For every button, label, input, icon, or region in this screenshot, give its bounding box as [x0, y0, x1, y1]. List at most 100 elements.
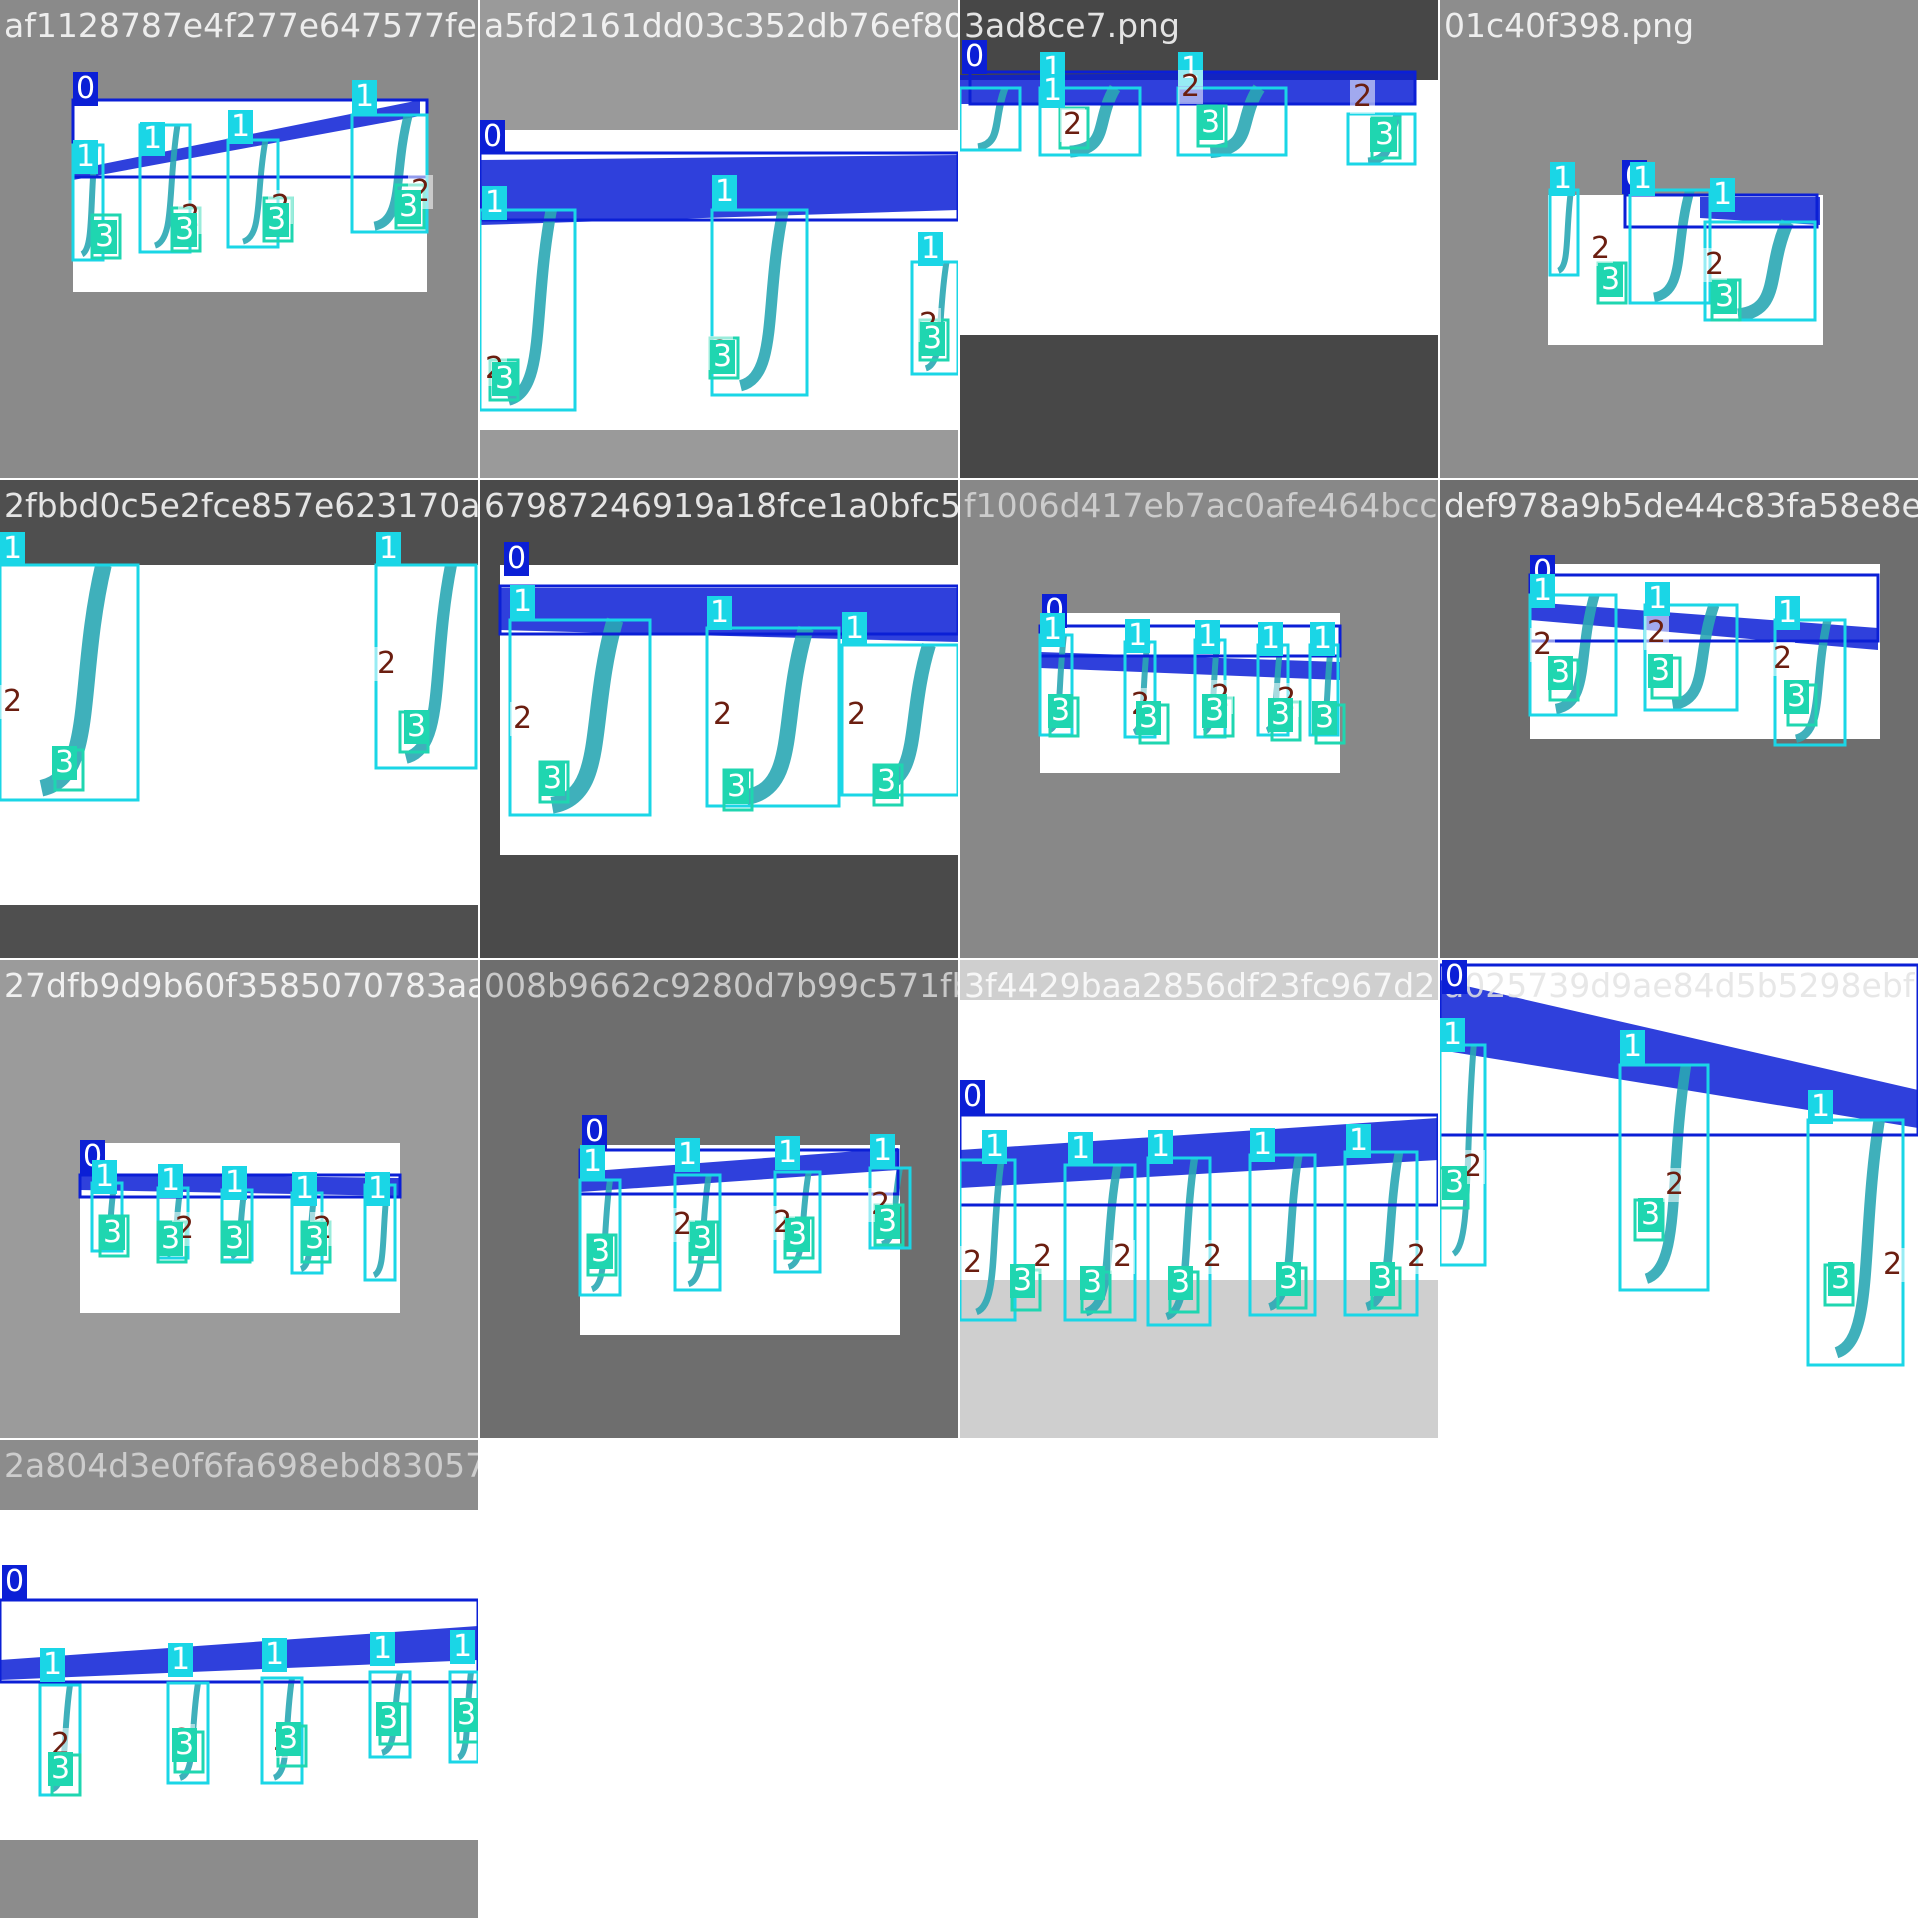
class-label-1: 1 — [1040, 74, 1066, 108]
class-label-3: 3 — [100, 1216, 126, 1250]
class-label-3: 3 — [492, 362, 518, 396]
class-label-3: 3 — [588, 1235, 614, 1269]
class-label-1: 1 — [482, 186, 508, 220]
mosaic-tile: af1128787e4f277e647577fe011112223333 — [0, 0, 478, 478]
class-label-3: 3 — [1372, 118, 1398, 152]
class-label-2: 2 — [1060, 108, 1086, 142]
class-label-1: 1 — [918, 232, 944, 266]
mosaic-tile: 27dfb9d9b60f3585070783aa011111223333 — [0, 960, 478, 1438]
image-mosaic: af1128787e4f277e647577fe011112223333a5fd… — [0, 0, 1920, 1920]
class-label-1: 1 — [1710, 178, 1736, 212]
class-label-2: 2 — [1770, 642, 1796, 676]
class-label-3: 3 — [1276, 1262, 1302, 1296]
class-label-3: 3 — [1010, 1264, 1036, 1298]
class-label-1: 1 — [1775, 596, 1801, 630]
class-label-1: 1 — [870, 1134, 896, 1168]
class-label-3: 3 — [1080, 1266, 1106, 1300]
class-label-1: 1 — [510, 585, 536, 619]
class-label-3: 3 — [222, 1222, 248, 1256]
class-label-3: 3 — [1370, 1262, 1396, 1296]
tile-canvas — [1038, 613, 1346, 773]
class-label-3: 3 — [1268, 698, 1294, 732]
mosaic-tile: 008b9662c9280d7b99c571fb0cf2da2.png01111… — [480, 960, 958, 1438]
mosaic-tile: 3f4429baa2856df23fc967d2 0 1 1 1 1 1 2 2 2 2 2 3 3 3 3 3 — [960, 960, 1438, 1438]
class-label-1: 1 — [1310, 622, 1336, 656]
class-label-2: 2 — [1662, 1168, 1688, 1202]
class-label-3: 3 — [1828, 1262, 1854, 1296]
class-label-2: 2 — [1702, 248, 1728, 282]
class-label-3: 3 — [785, 1218, 811, 1252]
class-label-1: 1 — [982, 1130, 1008, 1164]
class-label-3: 3 — [52, 746, 78, 780]
class-label-3: 3 — [1784, 680, 1810, 714]
mosaic-tile: def978a9b5de44c83fa58e8e 0 1 1 1 2 2 2 3 3 3 — [1440, 480, 1918, 958]
class-label-3: 3 — [158, 1222, 184, 1256]
class-label-1: 1 — [140, 122, 166, 156]
class-label-3: 3 — [376, 1702, 402, 1736]
class-label-1: 1 — [1808, 1090, 1834, 1124]
tile-canvas — [480, 130, 958, 430]
class-label-1: 1 — [1630, 162, 1656, 196]
class-label-1: 1 — [1195, 620, 1221, 654]
class-label-3: 3 — [404, 710, 430, 744]
tile-canvas — [1528, 564, 1880, 747]
class-label-3: 3 — [264, 203, 290, 237]
class-label-1: 1 — [228, 110, 254, 144]
class-label-1: 1 — [675, 1138, 701, 1172]
tile-canvas — [71, 98, 429, 292]
class-label-3: 3 — [1712, 280, 1738, 314]
class-label-0: 0 — [960, 1080, 986, 1114]
class-label-2: 2 — [1110, 1240, 1136, 1274]
class-label-1: 1 — [1530, 574, 1556, 608]
class-label-3: 3 — [172, 213, 198, 247]
class-label-1: 1 — [580, 1145, 606, 1179]
mosaic-tile: 01c40f398.png01112233 — [1440, 0, 1918, 478]
class-label-2: 2 — [1200, 1240, 1226, 1274]
class-label-2: 2 — [1644, 616, 1670, 650]
class-label-1: 1 — [712, 175, 738, 209]
class-label-2: 2 — [510, 702, 536, 736]
class-label-1: 1 — [1068, 1132, 1094, 1166]
class-label-1: 1 — [1440, 1018, 1466, 1052]
class-label-1: 1 — [158, 1164, 184, 1198]
class-label-1: 1 — [1148, 1130, 1174, 1164]
class-label-1: 1 — [92, 1160, 118, 1194]
mosaic-tile: f1006d417eb7ac0afe464bcc4010e9566.png011… — [960, 480, 1438, 958]
class-label-1: 1 — [1125, 619, 1151, 653]
class-label-1: 1 — [370, 1632, 396, 1666]
class-label-1: 1 — [775, 1136, 801, 1170]
class-label-3: 3 — [710, 340, 736, 374]
class-label-3: 3 — [1202, 694, 1228, 728]
class-label-3: 3 — [454, 1698, 478, 1732]
class-label-2: 2 — [1350, 80, 1376, 114]
class-label-1: 1 — [376, 532, 402, 566]
tile-canvas — [1548, 188, 1823, 345]
class-label-3: 3 — [920, 322, 946, 356]
class-label-1: 1 — [450, 1630, 476, 1664]
class-label-3: 3 — [1048, 694, 1074, 728]
class-label-1: 1 — [1550, 162, 1576, 196]
class-label-3: 3 — [276, 1722, 302, 1756]
class-label-1: 1 — [352, 80, 378, 114]
class-label-2: 2 — [374, 647, 400, 681]
class-label-0: 0 — [504, 542, 530, 576]
class-label-0: 0 — [480, 120, 506, 154]
class-label-3: 3 — [1442, 1166, 1468, 1200]
class-label-0: 0 — [962, 40, 988, 74]
class-label-3: 3 — [724, 770, 750, 804]
class-label-3: 3 — [540, 762, 566, 796]
class-label-1: 1 — [842, 612, 868, 646]
mosaic-tile: 3ad8ce7.png0111222333 — [960, 0, 1438, 478]
class-label-1: 1 — [1258, 622, 1284, 656]
class-label-3: 3 — [302, 1222, 328, 1256]
tile-canvas — [0, 1510, 478, 1840]
class-label-1: 1 — [262, 1638, 288, 1672]
class-label-1: 1 — [1620, 1030, 1646, 1064]
class-label-3: 3 — [396, 190, 422, 224]
class-label-1: 1 — [1346, 1124, 1372, 1158]
class-label-3: 3 — [172, 1728, 198, 1762]
class-label-2: 2 — [1178, 70, 1204, 104]
class-label-0: 0 — [2, 1565, 28, 1599]
class-label-1: 1 — [1645, 582, 1671, 616]
class-label-3: 3 — [92, 220, 118, 254]
